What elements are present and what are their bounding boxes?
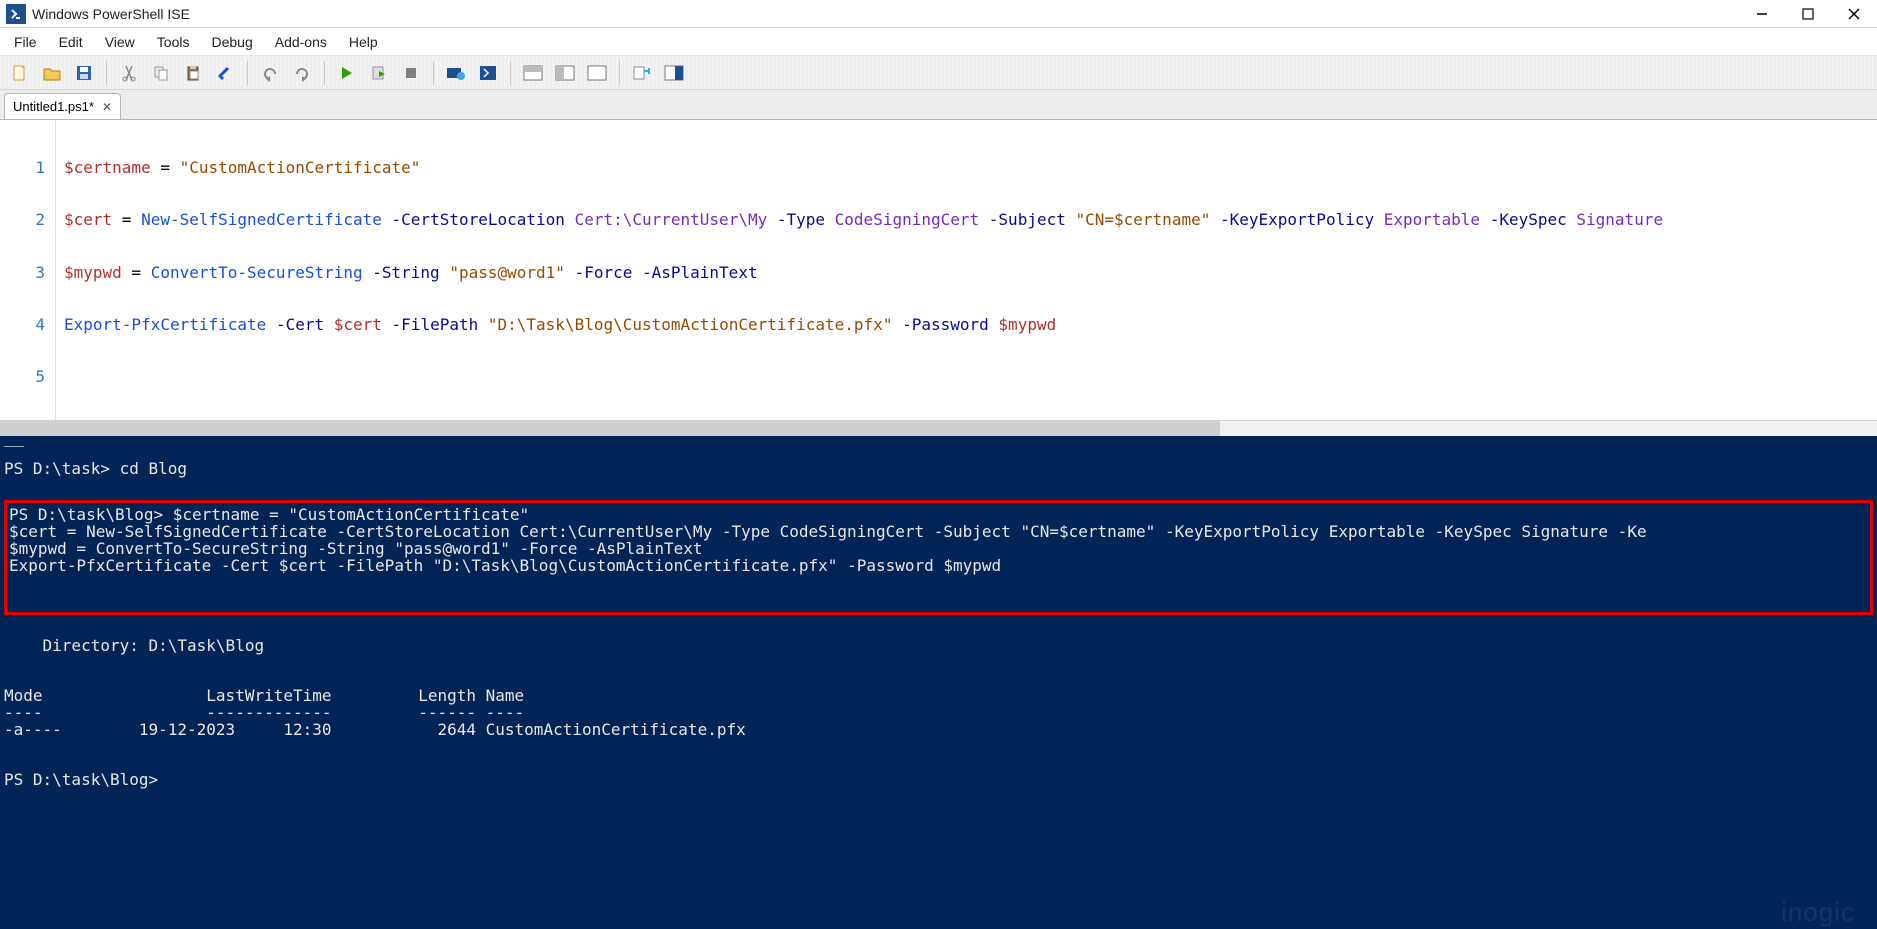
clear-button[interactable] [211,59,239,87]
run-script-button[interactable] [333,59,361,87]
open-file-button[interactable] [38,59,66,87]
layout-side-button[interactable] [551,59,579,87]
tab-close-icon[interactable]: ✕ [102,100,112,114]
titlebar: Windows PowerShell ISE [0,0,1877,28]
new-file-button[interactable] [6,59,34,87]
minimize-button[interactable] [1739,0,1785,28]
window-title: Windows PowerShell ISE [32,6,190,22]
line-number: 1 [0,159,45,176]
run-selection-button[interactable] [365,59,393,87]
paste-button[interactable] [179,59,207,87]
close-button[interactable] [1831,0,1877,28]
tab-untitled1[interactable]: Untitled1.ps1* ✕ [4,93,121,119]
cut-button[interactable] [115,59,143,87]
console-directory: Directory: D:\Task\Blog [4,638,1873,655]
table-row: -a---- 19-12-2023 12:30 2644 CustomActio… [4,722,1873,739]
menu-debug[interactable]: Debug [205,32,258,52]
line-number: 2 [0,211,45,228]
watermark: inogic [1781,904,1855,921]
stop-button[interactable] [397,59,425,87]
new-remote-tab-button[interactable] [442,59,470,87]
menu-tools[interactable]: Tools [151,32,196,52]
menu-addons[interactable]: Add-ons [269,32,333,52]
toolbar [0,56,1877,90]
console-line: PS D:\task> cd Blog [4,461,1873,478]
console-line: Export-PfxCertificate -Cert $cert -FileP… [9,558,1868,575]
menu-edit[interactable]: Edit [53,32,89,52]
tab-label: Untitled1.ps1* [13,99,94,114]
undo-button[interactable] [256,59,284,87]
code-content[interactable]: $certname = "CustomActionCertificate" $c… [56,120,1877,420]
console-pane[interactable]: ⎺⎺ PS D:\task> cd Blog PS D:\task\Blog> … [0,436,1877,929]
line-number: 3 [0,264,45,281]
menu-view[interactable]: View [99,32,141,52]
editor-scrollbar-thumb[interactable] [0,421,1220,437]
redo-button[interactable] [288,59,316,87]
menubar: File Edit View Tools Debug Add-ons Help [0,28,1877,56]
console-prompt[interactable]: PS D:\task\Blog> [4,772,1873,789]
menu-file[interactable]: File [8,32,43,52]
line-number: 4 [0,316,45,333]
line-number: 5 [0,368,45,385]
console-caret-icon: ⎺⎺ [4,444,1873,461]
start-powershell-button[interactable] [474,59,502,87]
tab-strip: Untitled1.ps1* ✕ [0,90,1877,120]
show-command-button[interactable] [628,59,656,87]
layout-script-top-button[interactable] [519,59,547,87]
menu-help[interactable]: Help [343,32,384,52]
highlighted-output: PS D:\task\Blog> $certname = "CustomActi… [4,500,1873,615]
copy-button[interactable] [147,59,175,87]
layout-max-button[interactable] [583,59,611,87]
app-icon [6,4,26,24]
maximize-button[interactable] [1785,0,1831,28]
save-button[interactable] [70,59,98,87]
code-editor[interactable]: 1 2 3 4 5 $certname = "CustomActionCerti… [0,120,1877,420]
editor-scrollbar[interactable] [0,420,1877,436]
line-gutter: 1 2 3 4 5 [0,120,56,420]
show-command-addon-button[interactable] [660,59,688,87]
